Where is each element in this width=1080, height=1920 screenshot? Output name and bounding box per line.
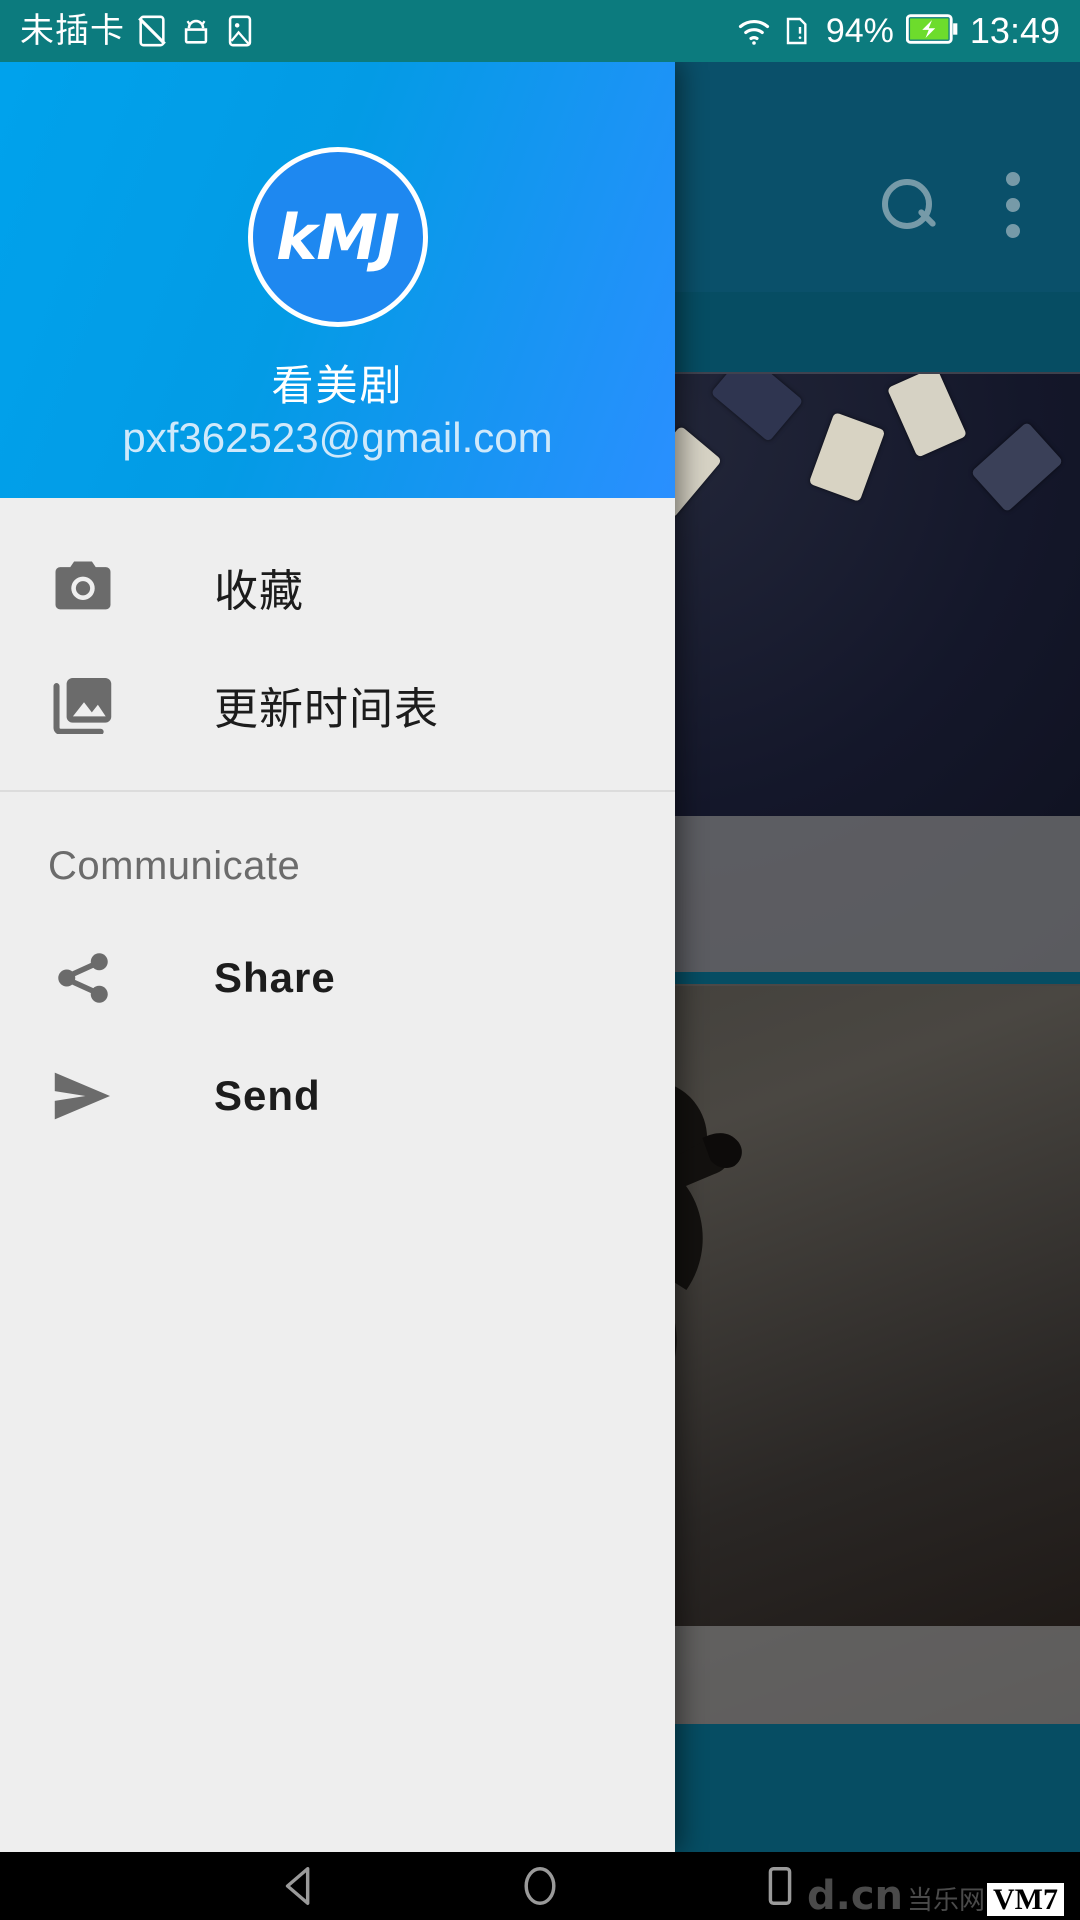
status-bar-right: 94% 13:49 [734, 13, 1060, 49]
battery-charging-icon [905, 13, 958, 49]
drawer-item-label: 收藏 [214, 567, 304, 616]
share-icon [48, 943, 118, 1013]
drawer-section-title: Communicate [48, 844, 301, 888]
account-name: 看美剧 [271, 362, 404, 409]
watermark-logo: d.cn [806, 1873, 903, 1919]
clock-label: 13:49 [969, 10, 1060, 51]
status-bar-left: 未插卡 [20, 13, 257, 49]
camera-icon [48, 552, 118, 622]
drawer-item-share[interactable]: Share [0, 919, 675, 1037]
drawer-item-send[interactable]: Send [0, 1037, 675, 1155]
drawer-item-label: Send [214, 1072, 321, 1119]
drawer-item-favorites[interactable]: 收藏 [0, 528, 675, 646]
photo-library-icon [48, 670, 118, 740]
drawer-item-update-schedule[interactable]: 更新时间表 [0, 646, 675, 764]
app-logo: kMJ [247, 147, 428, 327]
recents-square-icon[interactable] [750, 1856, 810, 1916]
site-watermark: d.cn 当乐网 VM7 [807, 1876, 1064, 1916]
battery-percent-label: 94% [825, 12, 894, 50]
phone-screen: 未插卡 94% 13:49 kMJ 看美剧 pxf362523@gmail.co… [0, 0, 1080, 1920]
back-triangle-icon[interactable] [270, 1856, 330, 1916]
screenshot-icon [223, 13, 257, 49]
watermark-tag: VM7 [987, 1882, 1064, 1916]
status-bar: 未插卡 94% 13:49 [0, 0, 1080, 62]
drawer-header[interactable]: kMJ 看美剧 pxf362523@gmail.com [0, 62, 675, 498]
account-email: pxf362523@gmail.com [122, 414, 553, 461]
send-icon [48, 1061, 118, 1131]
sd-card-warning-icon [780, 13, 814, 49]
android-robot-icon [179, 13, 213, 49]
drawer-item-label: Share [214, 954, 336, 1001]
app-logo-label: kMJ [276, 200, 400, 274]
app-bar-actions [880, 172, 1020, 238]
drawer-item-label: 更新时间表 [214, 685, 439, 734]
drawer-primary-items: 收藏 更新时间表 Communicate Share Send [0, 498, 675, 1155]
navigation-drawer: kMJ 看美剧 pxf362523@gmail.com 收藏 更新时间表 Com… [0, 62, 675, 1852]
carrier-label: 未插卡 [20, 12, 125, 50]
more-vert-icon[interactable] [1006, 172, 1020, 238]
home-circle-icon[interactable] [510, 1856, 570, 1916]
wifi-icon [734, 13, 769, 49]
sim-slash-icon [135, 13, 169, 49]
watermark-cn-text: 当乐网 [907, 1885, 986, 1915]
search-icon[interactable] [880, 177, 936, 233]
